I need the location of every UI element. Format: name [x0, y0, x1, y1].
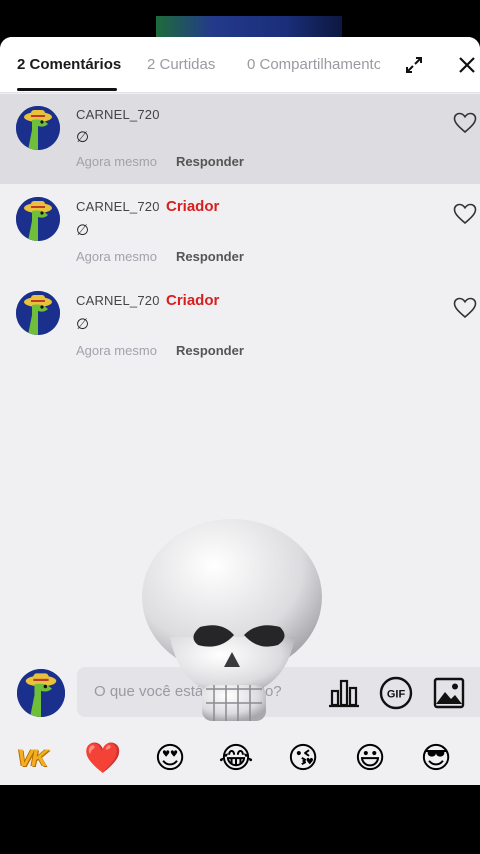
comment-time: Agora mesmo	[76, 343, 157, 358]
emoji-heart-eyes-button[interactable]: 😍	[150, 742, 190, 776]
bottom-area	[0, 785, 480, 854]
creator-badge: Criador	[166, 292, 220, 309]
reply-button[interactable]: Responder	[176, 249, 244, 264]
reply-button[interactable]: Responder	[176, 154, 244, 169]
separator-dot: ·	[156, 199, 160, 213]
emoji-heart-button[interactable]: ❤️	[83, 742, 123, 776]
emoji-sunglasses-button[interactable]: 😎	[416, 742, 456, 776]
comment-item: CARNEL_720 · Criador ∅ Agora mesmo Respo…	[0, 281, 480, 373]
image-icon[interactable]	[433, 677, 465, 709]
comment-item: CARNEL_720 ∅ Agora mesmo Responder	[0, 94, 480, 184]
emoji-kiss-button[interactable]: 😘	[283, 742, 323, 776]
avatar[interactable]	[16, 106, 60, 150]
lizard-avatar-icon	[16, 291, 60, 335]
comment-username[interactable]: CARNEL_720	[76, 107, 160, 122]
skull-sticker	[142, 519, 322, 721]
separator-dot: ·	[156, 293, 160, 307]
comment-username[interactable]: CARNEL_720	[76, 199, 160, 214]
avatar[interactable]	[16, 197, 60, 241]
expand-icon[interactable]	[404, 55, 424, 75]
tab-shares[interactable]: 0 Compartilhamentos	[247, 56, 380, 73]
gif-icon[interactable]: GIF	[379, 676, 413, 710]
tab-comments[interactable]: 2 Comentários	[17, 56, 121, 73]
reply-button[interactable]: Responder	[176, 343, 244, 358]
comment-body: ∅	[76, 129, 90, 146]
tab-bar: 2 Comentários 2 Curtidas 0 Compartilhame…	[0, 37, 480, 93]
lizard-avatar-icon	[16, 197, 60, 241]
poll-icon[interactable]	[327, 678, 361, 708]
heart-icon[interactable]	[453, 297, 477, 319]
comment-username[interactable]: CARNEL_720	[76, 293, 160, 308]
creator-badge: Criador	[166, 198, 220, 215]
comment-body: ∅	[76, 222, 90, 239]
tab-likes[interactable]: 2 Curtidas	[147, 56, 215, 73]
emoji-smile-button[interactable]: 😃	[350, 742, 390, 776]
active-tab-indicator	[17, 88, 117, 91]
comments-sheet: 2 Comentários 2 Curtidas 0 Compartilhame…	[0, 37, 480, 785]
comment-item: CARNEL_720 · Criador ∅ Agora mesmo Respo…	[0, 187, 480, 279]
lizard-avatar-icon	[17, 669, 65, 717]
avatar[interactable]	[16, 291, 60, 335]
comment-body: ∅	[76, 316, 90, 333]
heart-icon[interactable]	[453, 203, 477, 225]
heart-icon[interactable]	[453, 112, 477, 134]
my-avatar	[17, 669, 65, 717]
comment-time: Agora mesmo	[76, 154, 157, 169]
emoji-tears-of-joy-button[interactable]: 😂	[216, 742, 256, 776]
comment-time: Agora mesmo	[76, 249, 157, 264]
lizard-avatar-icon	[16, 106, 60, 150]
vk-sticker-button[interactable]: VK	[17, 745, 48, 773]
emoji-reaction-row: VK ❤️ 😍 😂 😘 😃 😎	[0, 737, 480, 783]
svg-text:GIF: GIF	[387, 689, 406, 701]
close-icon[interactable]	[456, 54, 478, 76]
